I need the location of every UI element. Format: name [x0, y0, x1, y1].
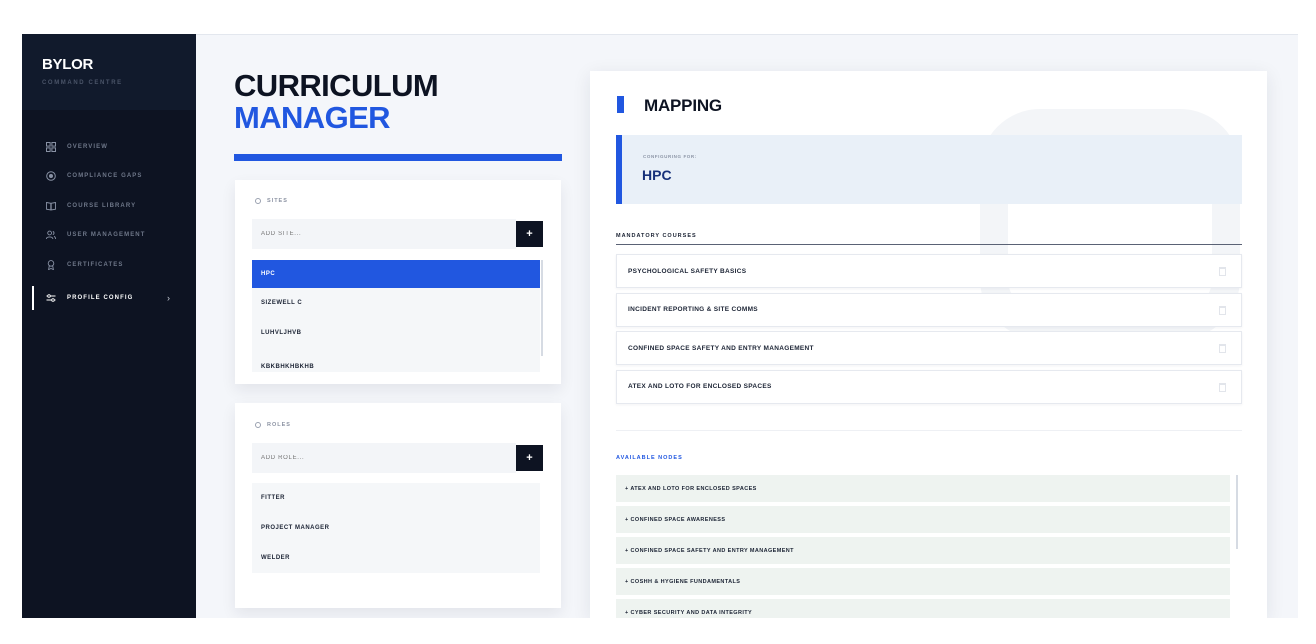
sidebar-item-course-library[interactable]: COURSE LIBRARY [22, 191, 196, 221]
add-site-input[interactable] [252, 219, 516, 249]
trash-icon[interactable] [1219, 382, 1226, 392]
title-accent-bar [234, 154, 562, 161]
site-item-hpc[interactable]: HPC [252, 260, 540, 288]
available-node-item[interactable]: + CYBER SECURITY AND DATA INTEGRITY [616, 599, 1230, 618]
site-item[interactable]: LUHVLJHVB [252, 318, 540, 348]
course-title: CONFINED SPACE SAFETY AND ENTRY MANAGEME… [628, 344, 814, 352]
chevron-right-icon: › [167, 293, 170, 304]
brand-block: BYLOR COMMAND CENTRE [22, 34, 196, 110]
trash-icon[interactable] [1219, 344, 1226, 353]
course-title: ATEX AND LOTO FOR ENCLOSED SPACES [628, 383, 772, 390]
mandatory-courses-heading: MANDATORY COURSES [616, 233, 697, 239]
sites-label: SITES [255, 198, 288, 204]
sidebar-item-compliance-gaps[interactable]: COMPLIANCE GAPS [22, 162, 196, 192]
sites-label-text: SITES [267, 198, 288, 204]
sites-list: HPC SIZEWELL C LUHVLJHVB KBKBHKHBKHB [252, 260, 540, 372]
app-window: BYLOR COMMAND CENTRE OVERVIEW COMPLIANCE… [22, 34, 1298, 618]
site-item[interactable]: SIZEWELL C [252, 288, 540, 318]
trash-icon[interactable] [1219, 305, 1226, 315]
sliders-icon [46, 293, 56, 303]
mandatory-divider [616, 244, 1242, 245]
grid-icon [46, 141, 56, 152]
sidebar-item-label: CERTIFICATES [67, 261, 124, 268]
mandatory-course-item[interactable]: ATEX AND LOTO FOR ENCLOSED SPACES [616, 369, 1242, 404]
target-icon [46, 171, 56, 182]
add-role-input[interactable] [252, 443, 516, 473]
sidebar-item-user-management[interactable]: USER MANAGEMENT [22, 221, 196, 251]
roles-card: ROLES + FITTER PROJECT MANAGER WELDER [235, 403, 561, 608]
sidebar-nav: OVERVIEW COMPLIANCE GAPS COURSE LIBRARY … [22, 132, 196, 313]
book-icon [46, 201, 56, 211]
configuring-for-box: CONFIGURING FOR: HPC [616, 135, 1242, 204]
mandatory-courses-list: PSYCHOLOGICAL SAFETY BASICS INCIDENT REP… [616, 254, 1242, 408]
award-icon [46, 259, 56, 270]
page-title-line1: CURRICULUM [234, 68, 439, 103]
configuring-for-value: HPC [642, 167, 672, 183]
available-nodes-scrollbar[interactable] [1236, 475, 1238, 549]
add-site-button[interactable]: + [516, 221, 543, 247]
role-item[interactable]: FITTER [252, 483, 540, 513]
roles-list: FITTER PROJECT MANAGER WELDER [252, 483, 540, 573]
page-title-line2: MANAGER [234, 100, 391, 135]
brand-logo: BYLOR [42, 56, 94, 73]
course-title: PSYCHOLOGICAL SAFETY BASICS [628, 267, 747, 275]
mapping-accent-bar [617, 96, 624, 113]
sidebar-item-label: COMPLIANCE GAPS [67, 173, 143, 180]
available-nodes-heading: AVAILABLE NODES [616, 455, 683, 461]
brand-subtitle: COMMAND CENTRE [42, 80, 123, 86]
sidebar: BYLOR COMMAND CENTRE OVERVIEW COMPLIANCE… [22, 34, 196, 618]
available-node-item[interactable]: + CONFINED SPACE AWARENESS [616, 506, 1230, 533]
mapping-panel: MAPPING CONFIGURING FOR: HPC MANDATORY C… [590, 71, 1267, 618]
section-divider [616, 430, 1242, 431]
add-role-row: + [252, 443, 543, 473]
available-nodes-list: + ATEX AND LOTO FOR ENCLOSED SPACES + CO… [616, 475, 1230, 618]
available-node-item[interactable]: + COSHH & HYGIENE FUNDAMENTALS [616, 568, 1230, 595]
add-site-row: + [252, 219, 543, 249]
users-icon [46, 230, 56, 240]
role-item[interactable]: WELDER [252, 543, 540, 573]
sidebar-item-label: USER MANAGEMENT [67, 232, 146, 239]
mandatory-course-item[interactable]: INCIDENT REPORTING & SITE COMMS [616, 292, 1242, 327]
role-item[interactable]: PROJECT MANAGER [252, 513, 540, 543]
sidebar-item-label: PROFILE CONFIG [67, 295, 134, 302]
mandatory-course-item[interactable]: CONFINED SPACE SAFETY AND ENTRY MANAGEME… [616, 331, 1242, 365]
sidebar-item-certificates[interactable]: CERTIFICATES [22, 250, 196, 280]
role-icon [255, 422, 261, 428]
sidebar-item-label: OVERVIEW [67, 143, 109, 150]
location-icon [255, 198, 261, 204]
mandatory-course-item[interactable]: PSYCHOLOGICAL SAFETY BASICS [616, 254, 1242, 288]
sidebar-item-profile-config[interactable]: PROFILE CONFIG › [22, 284, 196, 314]
mapping-title: MAPPING [644, 96, 722, 115]
sidebar-item-label: COURSE LIBRARY [67, 202, 137, 209]
course-title: INCIDENT REPORTING & SITE COMMS [628, 306, 758, 313]
roles-label: ROLES [255, 422, 291, 428]
available-node-item[interactable]: + CONFINED SPACE SAFETY AND ENTRY MANAGE… [616, 537, 1230, 564]
sidebar-item-overview[interactable]: OVERVIEW [22, 132, 196, 162]
add-role-button[interactable]: + [516, 445, 543, 471]
trash-icon[interactable] [1219, 267, 1226, 276]
configuring-for-label: CONFIGURING FOR: [643, 154, 697, 159]
site-item[interactable]: KBKBHKHBKHB [252, 348, 540, 372]
page-title: CURRICULUM MANAGER [234, 68, 439, 135]
sites-card: SITES + HPC SIZEWELL C LUHVLJHVB KBKBHKH… [235, 180, 561, 384]
available-node-item[interactable]: + ATEX AND LOTO FOR ENCLOSED SPACES [616, 475, 1230, 502]
window-top-border [22, 34, 1298, 35]
sites-scrollbar[interactable] [541, 260, 543, 356]
roles-label-text: ROLES [267, 422, 291, 428]
